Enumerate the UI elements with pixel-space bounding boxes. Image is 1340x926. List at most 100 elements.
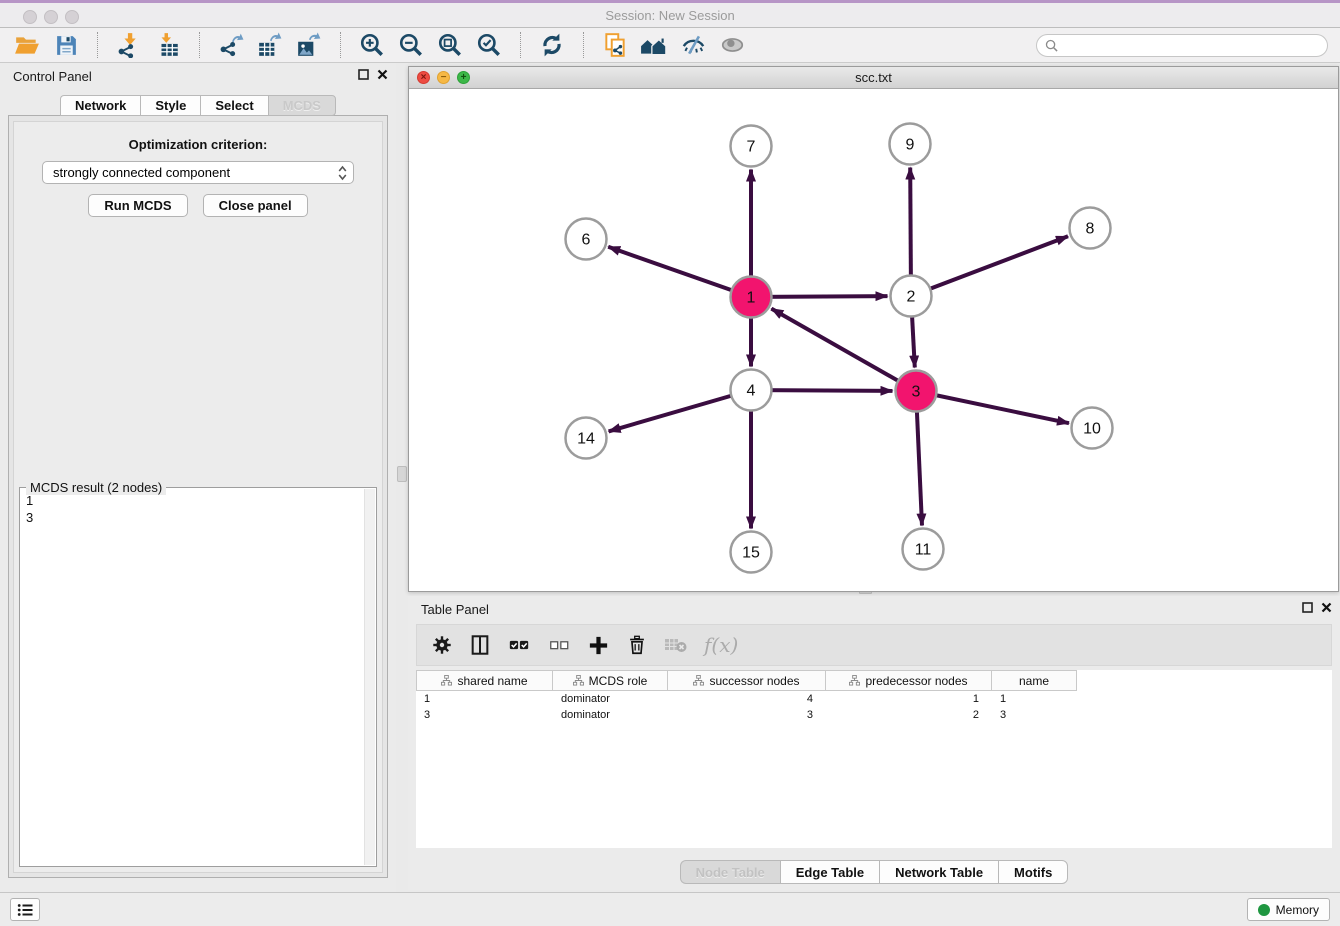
- export-network-icon: [218, 32, 244, 58]
- select-all-columns-button[interactable]: [507, 634, 531, 656]
- criterion-value: strongly connected component: [53, 165, 338, 180]
- table-cell[interactable]: 3: [668, 707, 826, 723]
- export-network-button[interactable]: [216, 30, 246, 60]
- list-icon: [17, 903, 33, 917]
- toolbar-separator: [199, 32, 200, 58]
- import-table-button[interactable]: [153, 30, 183, 60]
- table-row[interactable]: 3dominator323: [416, 707, 1332, 723]
- criterion-dropdown[interactable]: strongly connected component: [42, 161, 354, 184]
- zoom-fit-button[interactable]: [435, 30, 465, 60]
- save-session-button[interactable]: [51, 30, 81, 60]
- column-type-icon: [849, 675, 860, 686]
- table-cell[interactable]: 1: [416, 691, 553, 707]
- tab-network[interactable]: Network: [60, 95, 140, 116]
- hide-selected-button[interactable]: [678, 30, 708, 60]
- table-tabs: Node Table Edge Table Network Table Moti…: [408, 860, 1340, 884]
- table-cell[interactable]: 3: [992, 707, 1077, 723]
- toolbar-separator: [340, 32, 341, 58]
- table-row[interactable]: 1dominator411: [416, 691, 1332, 707]
- vertical-splitter-handle[interactable]: [397, 466, 407, 482]
- show-panels-button[interactable]: [10, 898, 40, 921]
- clone-network-button[interactable]: [600, 30, 630, 60]
- column-type-icon: [693, 675, 704, 686]
- result-scrollbar[interactable]: [364, 489, 375, 865]
- zoom-out-button[interactable]: [396, 30, 426, 60]
- tab-node-table[interactable]: Node Table: [680, 860, 780, 884]
- tab-select[interactable]: Select: [200, 95, 267, 116]
- graph-edge-3-10[interactable]: [916, 391, 1069, 423]
- graph-edge-3-1[interactable]: [771, 309, 916, 391]
- show-column-button[interactable]: [469, 634, 491, 656]
- graph-node-label-1: 1: [747, 290, 756, 307]
- toolbar-separator: [97, 32, 98, 58]
- tab-network-table[interactable]: Network Table: [879, 860, 998, 884]
- table-cell[interactable]: 2: [826, 707, 992, 723]
- table-cell[interactable]: 4: [668, 691, 826, 707]
- table-cell-filler: [1077, 707, 1332, 723]
- zoom-in-button[interactable]: [357, 30, 387, 60]
- tab-mcds[interactable]: MCDS: [268, 95, 336, 116]
- tab-style[interactable]: Style: [140, 95, 200, 116]
- table-cell[interactable]: 3: [416, 707, 553, 723]
- houses-icon: [640, 32, 668, 58]
- table-options-button[interactable]: [431, 634, 453, 656]
- delete-column-button[interactable]: [626, 634, 648, 656]
- float-panel-icon[interactable]: [1302, 602, 1313, 613]
- dropdown-stepper-icon: [338, 165, 347, 181]
- table-cell[interactable]: dominator: [553, 707, 668, 723]
- memory-button[interactable]: Memory: [1247, 898, 1330, 921]
- graph-edge-4-14[interactable]: [609, 390, 751, 431]
- function-builder-button[interactable]: f(x): [704, 633, 738, 657]
- graph-node-label-9: 9: [906, 137, 915, 154]
- table-cell[interactable]: dominator: [553, 691, 668, 707]
- first-neighbors-button[interactable]: [639, 30, 669, 60]
- table-cell[interactable]: 1: [826, 691, 992, 707]
- mcds-panel-inner: Optimization criterion: strongly connect…: [13, 121, 383, 873]
- tab-edge-table[interactable]: Edge Table: [780, 860, 879, 884]
- apply-layout-button[interactable]: [537, 30, 567, 60]
- app-title: Session: New Session: [0, 8, 1340, 23]
- tab-motifs[interactable]: Motifs: [998, 860, 1068, 884]
- column-header-predecessor-nodes[interactable]: predecessor nodes: [826, 670, 992, 691]
- table-panel: Table Panel: [408, 596, 1340, 890]
- table-cell[interactable]: 1: [992, 691, 1077, 707]
- graph-node-label-15: 15: [742, 545, 760, 562]
- graph-node-label-3: 3: [912, 384, 921, 401]
- network-window-titlebar[interactable]: × − + scc.txt: [409, 67, 1338, 89]
- export-image-button[interactable]: [294, 30, 324, 60]
- open-folder-icon: [14, 32, 40, 58]
- column-header-name[interactable]: name: [992, 670, 1077, 691]
- close-panel-icon[interactable]: [377, 69, 388, 80]
- column-header-filler: [1077, 670, 1332, 691]
- graph-edge-1-6[interactable]: [608, 247, 751, 297]
- show-all-button[interactable]: [717, 30, 747, 60]
- column-header-shared-name[interactable]: shared name: [416, 670, 553, 691]
- search-input[interactable]: [1063, 38, 1319, 52]
- float-panel-icon[interactable]: [358, 69, 369, 80]
- column-header-MCDS-role[interactable]: MCDS role: [553, 670, 668, 691]
- close-panel-button[interactable]: Close panel: [203, 194, 308, 217]
- import-network-button[interactable]: [114, 30, 144, 60]
- export-table-button[interactable]: [255, 30, 285, 60]
- graph-edge-2-8[interactable]: [911, 236, 1068, 296]
- network-graph-canvas[interactable]: 7968124314101511: [409, 89, 1338, 591]
- gear-icon: [431, 634, 453, 656]
- table-toolbar: f(x): [416, 624, 1332, 666]
- graph-node-label-11: 11: [915, 542, 932, 559]
- zoom-selected-button[interactable]: [474, 30, 504, 60]
- open-session-button[interactable]: [12, 30, 42, 60]
- search-field[interactable]: [1036, 34, 1328, 57]
- add-column-button[interactable]: [587, 634, 610, 657]
- status-bar: Memory: [0, 892, 1340, 926]
- close-panel-icon[interactable]: [1321, 602, 1332, 613]
- toolbar-separator: [583, 32, 584, 58]
- mcds-panel: Optimization criterion: strongly connect…: [8, 115, 388, 878]
- plus-icon: [587, 634, 610, 657]
- node-table[interactable]: shared nameMCDS rolesuccessor nodesprede…: [416, 670, 1332, 848]
- unselect-all-columns-button[interactable]: [547, 634, 571, 656]
- export-image-icon: [296, 32, 322, 58]
- run-mcds-button[interactable]: Run MCDS: [88, 194, 187, 217]
- delete-table-button[interactable]: [664, 635, 688, 655]
- column-header-successor-nodes[interactable]: successor nodes: [668, 670, 826, 691]
- columns-icon: [469, 634, 491, 656]
